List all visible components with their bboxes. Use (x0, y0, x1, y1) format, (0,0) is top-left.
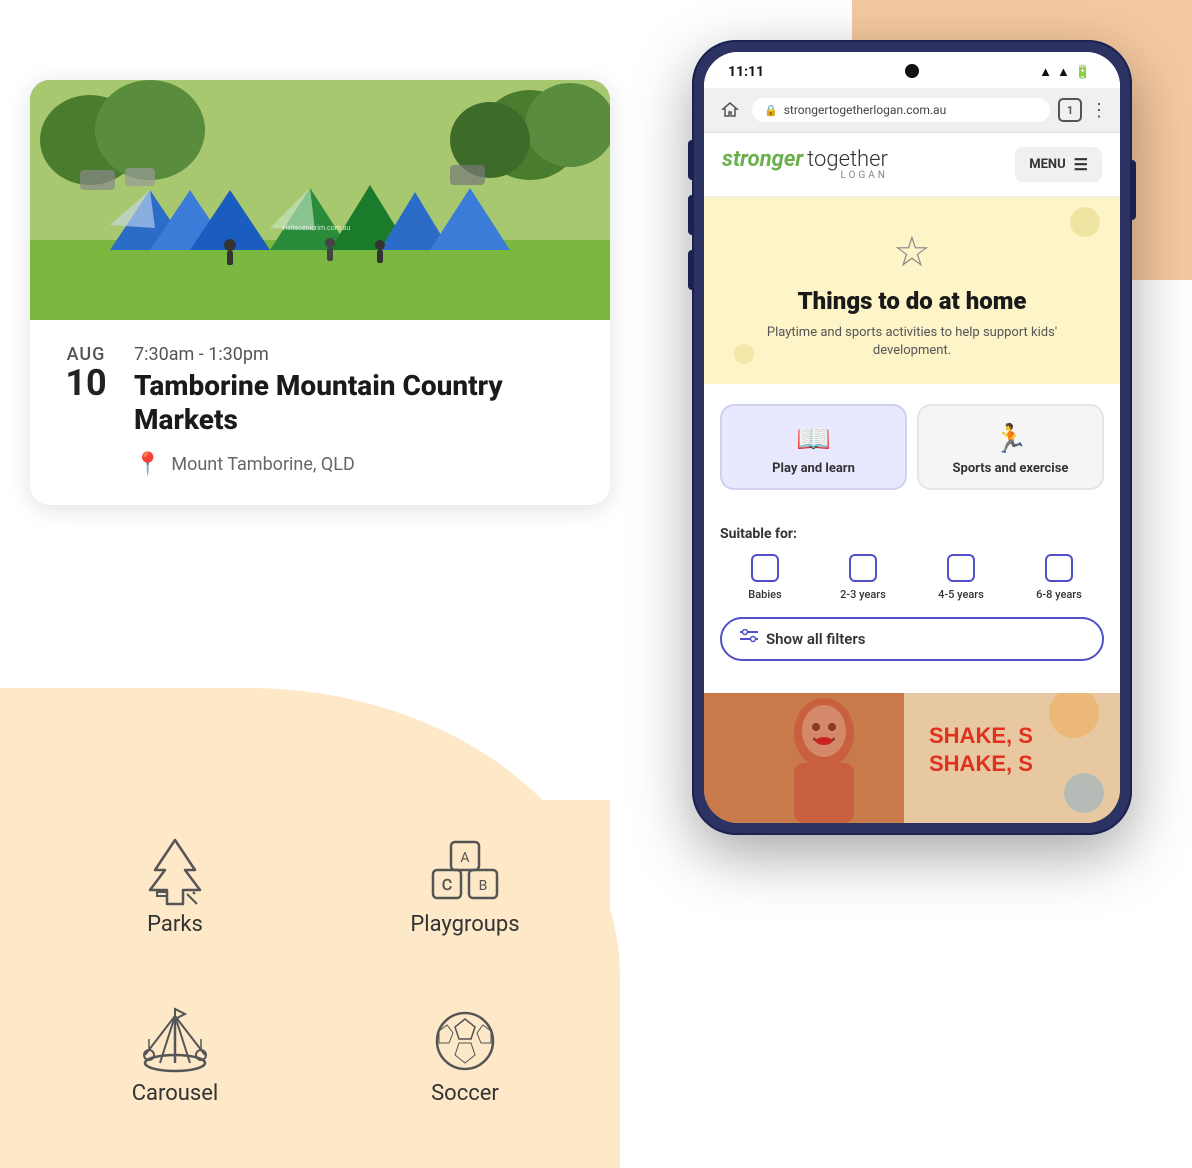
category-label-carousel: Carousel (132, 1081, 219, 1106)
event-info: 7:30am - 1:30pm Tamborine Mountain Count… (134, 344, 578, 436)
event-card-body: AUG 10 7:30am - 1:30pm Tamborine Mountai… (30, 320, 610, 505)
sports-icon: 🏃 (993, 422, 1028, 455)
show-all-filters-button[interactable]: Show all filters (720, 617, 1104, 661)
url-text: strongertogetherlogan.com.au (784, 103, 947, 117)
carousel-icon (135, 1001, 215, 1081)
age-filters: Babies 2-3 years 4-5 years 6-8 years (720, 554, 1104, 601)
suitable-section: Suitable for: Babies 2-3 years 4-5 years (704, 526, 1120, 693)
home-button[interactable] (716, 96, 744, 124)
logo-stronger: stronger (722, 147, 803, 172)
category-label-soccer: Soccer (431, 1081, 499, 1106)
suitable-for-title: Suitable for: (720, 526, 1104, 542)
svg-text:SHAKE, S: SHAKE, S (929, 723, 1033, 748)
phone-power-button (1132, 160, 1136, 220)
category-item-carousel[interactable]: Carousel (30, 969, 320, 1138)
event-location-text: Mount Tamborine, QLD (171, 454, 354, 475)
logo-logan: LOGAN (722, 171, 888, 181)
site-header: stronger together LOGAN MENU ☰ (704, 133, 1120, 197)
status-bar: 11:11 ▲ ▲ 🔋 (704, 52, 1120, 88)
2-3-years-checkbox[interactable] (849, 554, 877, 582)
category-label-parks: Parks (147, 912, 203, 937)
phone-volume-down-button (688, 195, 692, 235)
babies-label: Babies (748, 588, 781, 601)
svg-text:A: A (460, 850, 469, 866)
4-5-years-label: 4-5 years (938, 588, 984, 601)
event-location: 📍 Mount Tamborine, QLD (62, 452, 578, 477)
phone-volume-up-button (688, 140, 692, 180)
event-title: Tamborine Mountain Country Markets (134, 369, 578, 436)
svg-text:visitscenicrim.com.au: visitscenicrim.com.au (282, 224, 350, 232)
category-item-parks[interactable]: Parks (30, 800, 320, 969)
event-date-row: AUG 10 7:30am - 1:30pm Tamborine Mountai… (62, 344, 578, 436)
event-day: 10 (65, 365, 106, 401)
tab-sports-exercise-label: Sports and exercise (953, 461, 1069, 476)
signal-icon: ▲ (1057, 64, 1070, 80)
status-icons: ▲ ▲ 🔋 (1039, 64, 1096, 80)
filter-icon (740, 629, 758, 649)
2-3-years-label: 2-3 years (840, 588, 886, 601)
svg-text:B: B (479, 878, 488, 894)
tabs-row: 📖 Play and learn 🏃 Sports and exercise (720, 404, 1104, 490)
tree-icon (135, 832, 215, 912)
hero-title: Things to do at home (728, 287, 1096, 316)
6-8-years-checkbox[interactable] (1045, 554, 1073, 582)
show-filters-label: Show all filters (766, 630, 865, 648)
status-time: 11:11 (728, 64, 764, 80)
phone-screen: 11:11 ▲ ▲ 🔋 🔒 strongertogetherlogan (704, 52, 1120, 823)
blocks-icon: C B A (425, 832, 505, 912)
category-item-playgroups[interactable]: C B A Playgroups (320, 800, 610, 969)
tabs-section: 📖 Play and learn 🏃 Sports and exercise (704, 384, 1120, 526)
event-card: visitscenicrim.com.au AUG 10 7:30am - 1:… (30, 80, 610, 505)
lock-icon: 🔒 (764, 104, 778, 117)
age-filter-6-8[interactable]: 6-8 years (1014, 554, 1104, 601)
browser-bar: 🔒 strongertogetherlogan.com.au 1 ⋮ (704, 88, 1120, 133)
camera-notch (905, 64, 919, 78)
babies-checkbox[interactable] (751, 554, 779, 582)
svg-text:SHAKE, S: SHAKE, S (929, 751, 1033, 776)
video-thumbnail: SHAKE, S SHAKE, S (704, 693, 1120, 823)
phone-wrapper: 11:11 ▲ ▲ 🔋 🔒 strongertogetherlogan (692, 40, 1132, 835)
category-item-soccer[interactable]: Soccer (320, 969, 610, 1138)
age-filter-babies[interactable]: Babies (720, 554, 810, 601)
age-filter-4-5[interactable]: 4-5 years (916, 554, 1006, 601)
menu-button[interactable]: MENU ☰ (1015, 147, 1102, 182)
6-8-years-label: 6-8 years (1036, 588, 1082, 601)
book-icon: 📖 (796, 422, 831, 455)
url-bar[interactable]: 🔒 strongertogetherlogan.com.au (752, 98, 1050, 122)
category-label-playgroups: Playgroups (410, 912, 519, 937)
phone-frame: 11:11 ▲ ▲ 🔋 🔒 strongertogetherlogan (692, 40, 1132, 835)
menu-label: MENU (1029, 157, 1065, 172)
logo-together: together (807, 147, 888, 172)
tab-count-button[interactable]: 1 (1058, 98, 1082, 122)
event-card-image: visitscenicrim.com.au (30, 80, 610, 320)
hero-subtitle: Playtime and sports activities to help s… (728, 324, 1096, 360)
battery-icon: 🔋 (1075, 65, 1091, 80)
soccer-icon (425, 1001, 505, 1081)
location-icon: 📍 (134, 452, 161, 477)
wifi-icon: ▲ (1039, 64, 1052, 80)
hamburger-icon: ☰ (1074, 155, 1088, 174)
hero-section: ☆ Things to do at home Playtime and spor… (704, 197, 1120, 384)
tab-count: 1 (1067, 104, 1073, 117)
event-time: 7:30am - 1:30pm (134, 344, 578, 365)
svg-text:C: C (442, 875, 452, 894)
browser-menu-button[interactable]: ⋮ (1090, 100, 1108, 121)
site-logo: stronger together LOGAN (722, 149, 888, 181)
event-date-block: AUG 10 (62, 344, 110, 401)
phone-silent-button (688, 250, 692, 290)
category-grid: Parks C B A Playgroups (30, 800, 610, 1138)
age-filter-2-3[interactable]: 2-3 years (818, 554, 908, 601)
tab-play-learn-label: Play and learn (772, 461, 855, 476)
tab-sports-exercise[interactable]: 🏃 Sports and exercise (917, 404, 1104, 490)
4-5-years-checkbox[interactable] (947, 554, 975, 582)
tab-play-learn[interactable]: 📖 Play and learn (720, 404, 907, 490)
star-icon: ☆ (728, 227, 1096, 277)
